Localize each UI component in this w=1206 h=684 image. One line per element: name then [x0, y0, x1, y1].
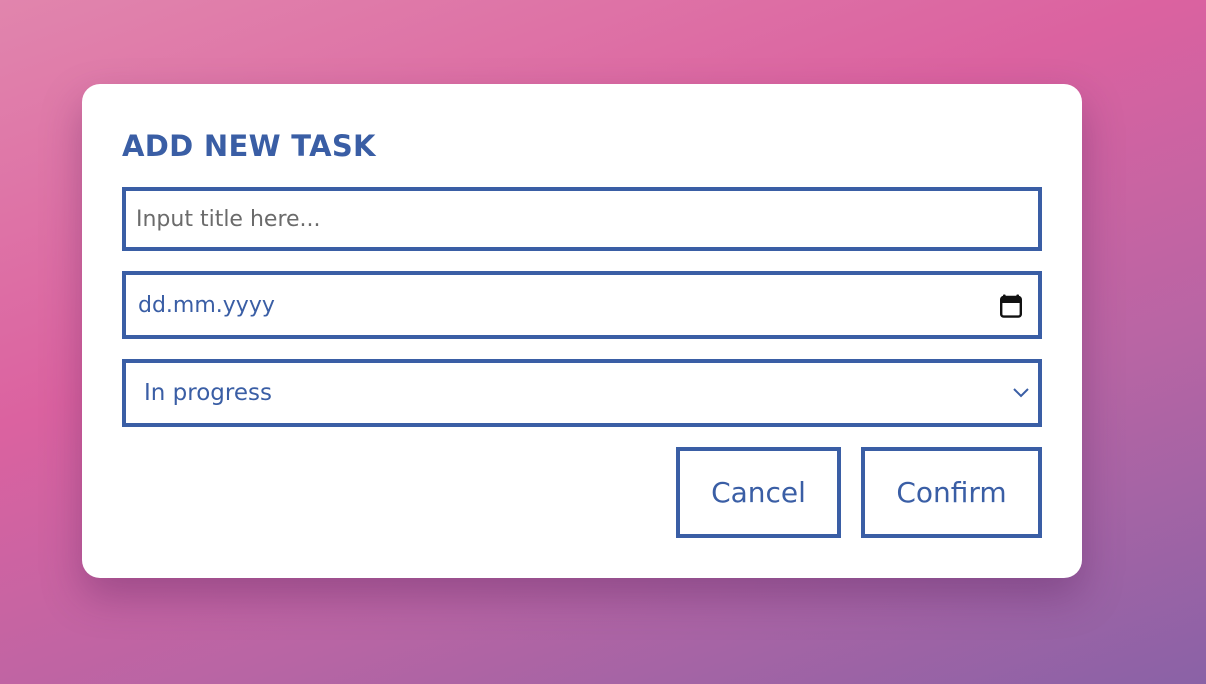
dialog-title: ADD NEW TASK — [122, 129, 376, 163]
task-title-field[interactable] — [122, 187, 1042, 251]
status-select[interactable]: In progress — [122, 359, 1042, 427]
add-task-dialog: ADD NEW TASK dd.mm.yyyy In progress Canc… — [82, 84, 1082, 578]
date-placeholder: dd.mm.yyyy — [138, 292, 275, 318]
task-date-field[interactable]: dd.mm.yyyy — [122, 271, 1042, 339]
task-title-input[interactable] — [126, 191, 1038, 247]
cancel-button[interactable]: Cancel — [676, 447, 841, 538]
status-selected-value: In progress — [144, 380, 272, 406]
calendar-icon[interactable] — [1000, 294, 1022, 318]
confirm-button[interactable]: Confirm — [861, 447, 1042, 538]
chevron-down-icon — [1013, 388, 1029, 398]
